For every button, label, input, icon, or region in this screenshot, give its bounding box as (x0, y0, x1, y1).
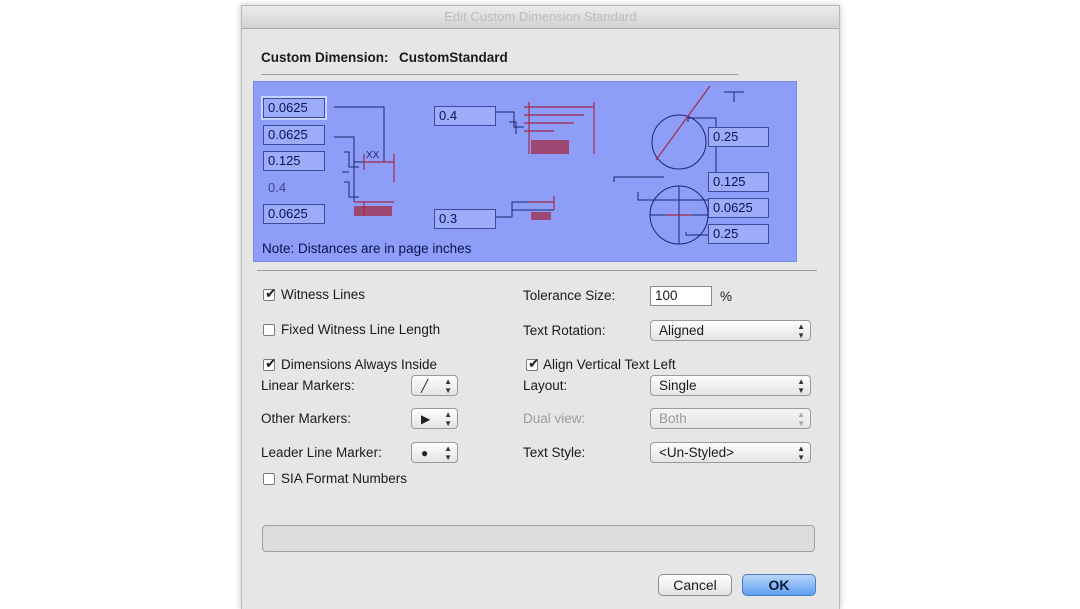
cancel-button[interactable]: Cancel (658, 574, 732, 596)
tolerance-unit: % (720, 289, 733, 304)
leader-marker-label: Leader Line Marker: (261, 445, 382, 460)
dual-view-popup: Both ▲ ▼ (650, 408, 811, 429)
window-title: Edit Custom Dimension Standard (444, 9, 637, 24)
updown-arrows-icon: ▲ ▼ (444, 444, 452, 462)
sia-format-label: SIA Format Numbers (281, 471, 408, 486)
tolerance-size-label: Tolerance Size: (523, 288, 616, 303)
layout-popup[interactable]: Single ▲ ▼ (650, 375, 811, 396)
linear-markers-popup[interactable]: ╱ ▲ ▼ (411, 375, 458, 396)
preview-field-5[interactable]: 0.0625 (263, 204, 325, 224)
title-bar[interactable]: Edit Custom Dimension Standard (242, 6, 839, 29)
ok-button[interactable]: OK (742, 574, 816, 596)
preview-field-mid-2[interactable]: 0.3 (434, 209, 496, 229)
preview-field-3[interactable]: 0.125 (263, 151, 325, 171)
linear-markers-label: Linear Markers: (261, 378, 355, 393)
text-style-label: Text Style: (523, 445, 586, 460)
witness-lines-label: Witness Lines (281, 287, 366, 302)
dims-inside-checkbox[interactable]: ✔ (263, 355, 277, 371)
edit-custom-dimension-dialog: Edit Custom Dimension Standard Custom Di… (241, 5, 840, 609)
updown-arrows-icon: ▲ ▼ (797, 322, 805, 340)
other-markers-label: Other Markers: (261, 411, 352, 426)
layout-value: Single (659, 378, 697, 393)
preview-field-4[interactable]: 0.4 (263, 178, 325, 198)
preview-field-right-3[interactable]: 0.0625 (708, 198, 769, 218)
preview-field-right-4[interactable]: 0.25 (708, 224, 769, 244)
check-icon: ✔ (528, 355, 540, 371)
text-style-value: <Un-Styled> (659, 445, 735, 460)
text-rotation-label: Text Rotation: (523, 323, 606, 338)
sia-format-checkbox[interactable] (263, 473, 275, 485)
updown-arrows-icon: ▲ ▼ (797, 377, 805, 395)
header-divider (261, 74, 738, 75)
other-markers-popup[interactable]: ▶ ▲ ▼ (411, 408, 458, 429)
dual-view-label: Dual view: (523, 411, 586, 426)
preview-field-right-1[interactable]: 0.25 (708, 127, 769, 147)
preview-note: Note: Distances are in page inches (262, 241, 472, 256)
updown-arrows-icon: ▲ ▼ (444, 377, 452, 395)
preview-field-1[interactable]: 0.0625 (261, 96, 327, 120)
custom-dimension-label: Custom Dimension: (261, 50, 389, 65)
status-bar (262, 525, 815, 552)
text-rotation-popup[interactable]: Aligned ▲ ▼ (650, 320, 811, 341)
layout-label: Layout: (523, 378, 568, 393)
align-vertical-label: Align Vertical Text Left (543, 357, 676, 372)
dual-view-value: Both (659, 411, 687, 426)
updown-arrows-icon: ▲ ▼ (797, 410, 805, 428)
check-icon: ✔ (265, 285, 277, 301)
fixed-witness-label: Fixed Witness Line Length (281, 322, 441, 337)
arrow-marker-icon: ▶ (421, 412, 431, 426)
custom-dimension-name: CustomStandard (399, 50, 508, 65)
align-vertical-checkbox[interactable]: ✔ (526, 355, 540, 371)
dimension-preview: XX 0.0625 0.0625 0.125 0.4 0.0625 0.4 0.… (253, 81, 797, 262)
dot-marker-icon: ● (421, 446, 429, 460)
preview-field-right-2[interactable]: 0.125 (708, 172, 769, 192)
leader-marker-popup[interactable]: ● ▲ ▼ (411, 442, 458, 463)
witness-lines-checkbox[interactable]: ✔ (263, 285, 277, 301)
fixed-witness-checkbox[interactable] (263, 324, 275, 336)
text-rotation-value: Aligned (659, 323, 705, 338)
preview-field-2[interactable]: 0.0625 (263, 125, 325, 145)
preview-divider (257, 270, 817, 271)
updown-arrows-icon: ▲ ▼ (797, 444, 805, 462)
slash-marker-icon: ╱ (421, 379, 429, 393)
dims-inside-label: Dimensions Always Inside (281, 357, 438, 372)
check-icon: ✔ (265, 355, 277, 371)
updown-arrows-icon: ▲ ▼ (444, 410, 452, 428)
text-style-popup[interactable]: <Un-Styled> ▲ ▼ (650, 442, 811, 463)
marker-text: XX (366, 150, 380, 161)
preview-field-mid-1[interactable]: 0.4 (434, 106, 496, 126)
tolerance-size-input[interactable]: 100 (650, 286, 712, 306)
